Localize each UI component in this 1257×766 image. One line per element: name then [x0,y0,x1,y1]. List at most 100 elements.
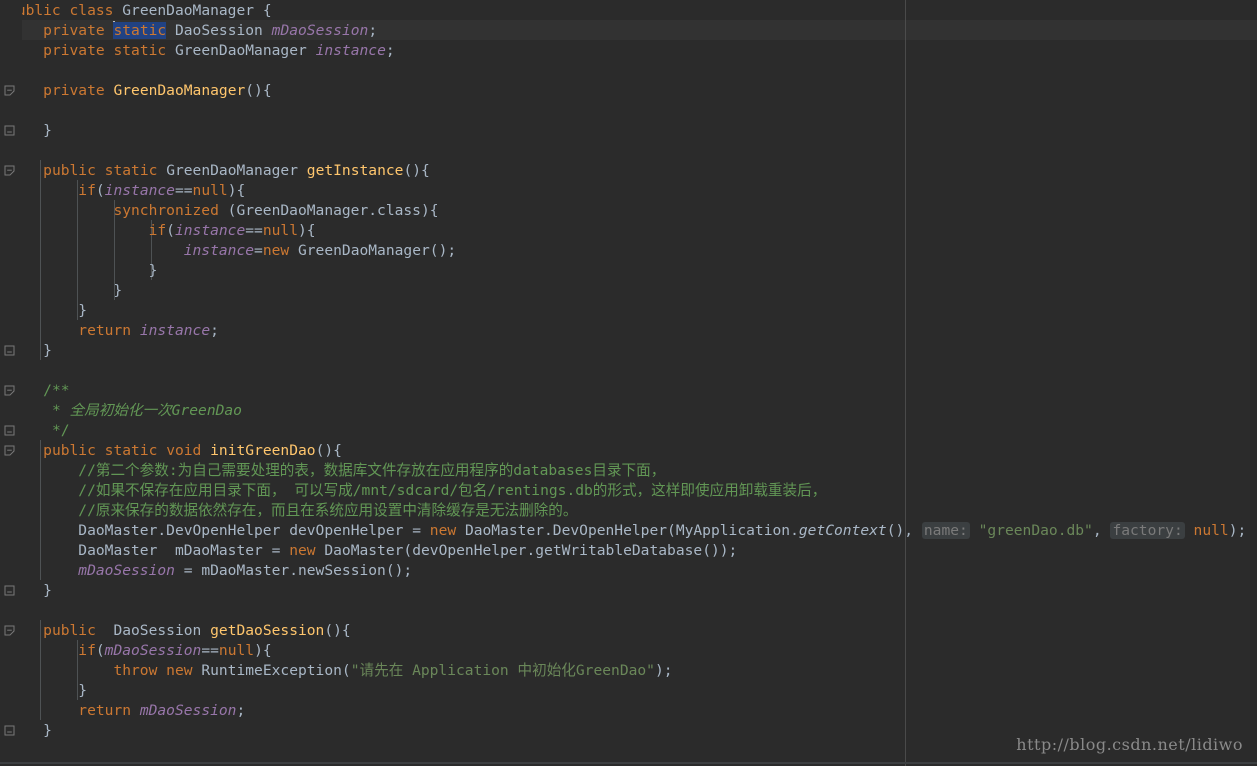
token-keyword: static [104,442,158,459]
code-line[interactable]: return instance; [0,320,1257,340]
token-method: getInstance [306,162,404,179]
code-line[interactable]: } [0,120,1257,140]
code-line[interactable]: } [0,680,1257,700]
code-line[interactable]: DaoMaster mDaoMaster = new DaoMaster(dev… [0,540,1257,560]
token-type: MyApplication [675,522,791,539]
token-type: DaoMaster.DevOpenHelper [464,522,668,539]
token-operator: == [174,182,193,199]
token-punct: ( [667,522,676,539]
token-brace: } [8,262,158,279]
token-punct: ()); [702,542,738,559]
token-keyword: public [43,162,96,179]
code-line[interactable]: if(instance==null){ [0,180,1257,200]
param-hint-factory[interactable]: factory: [1110,522,1185,539]
selected-token-static[interactable]: static [113,22,167,39]
token-keyword: throw [113,662,158,679]
code-line[interactable]: DaoMaster.DevOpenHelper devOpenHelper = … [0,520,1257,540]
token-operator: = [174,562,202,579]
token-class-literal: GreenDaoManager.class [236,202,421,219]
token-field: mDaoSession [139,702,237,719]
code-line[interactable]: * 全局初始化一次GreenDao [0,400,1257,420]
token-field: instance [104,182,175,199]
code-editor[interactable]: public class GreenDaoManager { private s… [0,0,1257,766]
token-punct: ( [341,662,351,679]
token-punct: ( [166,222,175,239]
code-fold-end-icon[interactable] [4,345,15,356]
code-line[interactable]: private static DaoSession mDaoSession; [0,20,1257,40]
code-line[interactable]: } [0,260,1257,280]
token-type: DaoMaster.DevOpenHelper [78,522,281,539]
token-punct: ; [210,322,219,339]
token-punct: ; [368,22,378,39]
code-fold-icon[interactable] [4,85,15,96]
token-punct: . [790,522,799,539]
token-keyword: static [104,162,158,179]
code-line[interactable]: } [0,280,1257,300]
token-variable: mDaoMaster [201,562,290,579]
token-punct: ){ [227,182,246,199]
code-line[interactable]: synchronized (GreenDaoManager.class){ [0,200,1257,220]
code-line[interactable]: } [0,300,1257,320]
code-line[interactable]: //第二个参数:为自己需要处理的表，数据库文件存放在应用程序的databases… [0,460,1257,480]
code-line[interactable]: /** [0,380,1257,400]
token-type: RuntimeException [201,662,342,679]
code-line[interactable]: private static GreenDaoManager instance; [0,40,1257,60]
code-line[interactable]: */ [0,420,1257,440]
code-fold-end-icon[interactable] [4,725,15,736]
code-line[interactable]: } [0,580,1257,600]
code-line[interactable]: throw new RuntimeException("请先在 Applicat… [0,660,1257,680]
code-text-area[interactable]: public class GreenDaoManager { private s… [0,0,1257,766]
token-keyword: synchronized [113,202,219,219]
code-line[interactable]: return mDaoSession; [0,700,1257,720]
token-keyword: return [78,702,132,719]
token-type: DaoSession [174,22,263,39]
code-line[interactable]: mDaoSession = mDaoMaster.newSession(); [0,560,1257,580]
code-line[interactable]: } [0,340,1257,360]
code-fold-icon[interactable] [4,445,15,456]
token-punct: (); [429,242,457,259]
code-fold-icon[interactable] [4,165,15,176]
code-fold-end-icon[interactable] [4,125,15,136]
param-hint-name[interactable]: name: [921,522,970,539]
token-punct: ( [403,542,413,559]
token-type: GreenDaoManager [166,162,298,179]
editor-gutter[interactable] [0,0,22,766]
token-punct: ); [654,662,673,679]
token-keyword: private [43,82,105,99]
code-line[interactable]: public static GreenDaoManager getInstanc… [0,160,1257,180]
code-line[interactable]: public static void initGreenDao(){ [0,440,1257,460]
token-field: instance [315,42,386,59]
code-line[interactable]: //原来保存的数据依然存在，而且在系统应用设置中清除缓存是无法删除的。 [0,500,1257,520]
code-line[interactable]: if(instance==null){ [0,220,1257,240]
code-line[interactable]: public class GreenDaoManager { [0,0,1257,20]
code-fold-icon[interactable] [4,625,15,636]
bottom-divider [0,762,1257,764]
code-line[interactable]: if(mDaoSession==null){ [0,640,1257,660]
token-operator: = [403,522,430,539]
code-line[interactable]: public DaoSession getDaoSession(){ [0,620,1257,640]
token-constructor: GreenDaoManager [113,82,246,99]
code-line[interactable]: private GreenDaoManager(){ [0,80,1257,100]
code-fold-end-icon[interactable] [4,585,15,596]
token-field: instance [174,222,246,239]
code-line[interactable]: instance=new GreenDaoManager(); [0,240,1257,260]
token-keyword: null [218,642,255,659]
token-operator: = [262,542,290,559]
token-keyword: null [192,182,228,199]
token-punct: (){ [315,442,342,459]
code-line[interactable]: //如果不保存在应用目录下面， 可以写成/mnt/sdcard/包名/renti… [0,480,1257,500]
token-field: mDaoSession [271,22,369,39]
token-keyword: null [262,222,298,239]
token-method-call: getWritableDatabase [535,542,703,559]
token-keyword: if [78,182,96,199]
code-fold-end-icon[interactable] [4,425,15,436]
code-fold-icon[interactable] [4,385,15,396]
